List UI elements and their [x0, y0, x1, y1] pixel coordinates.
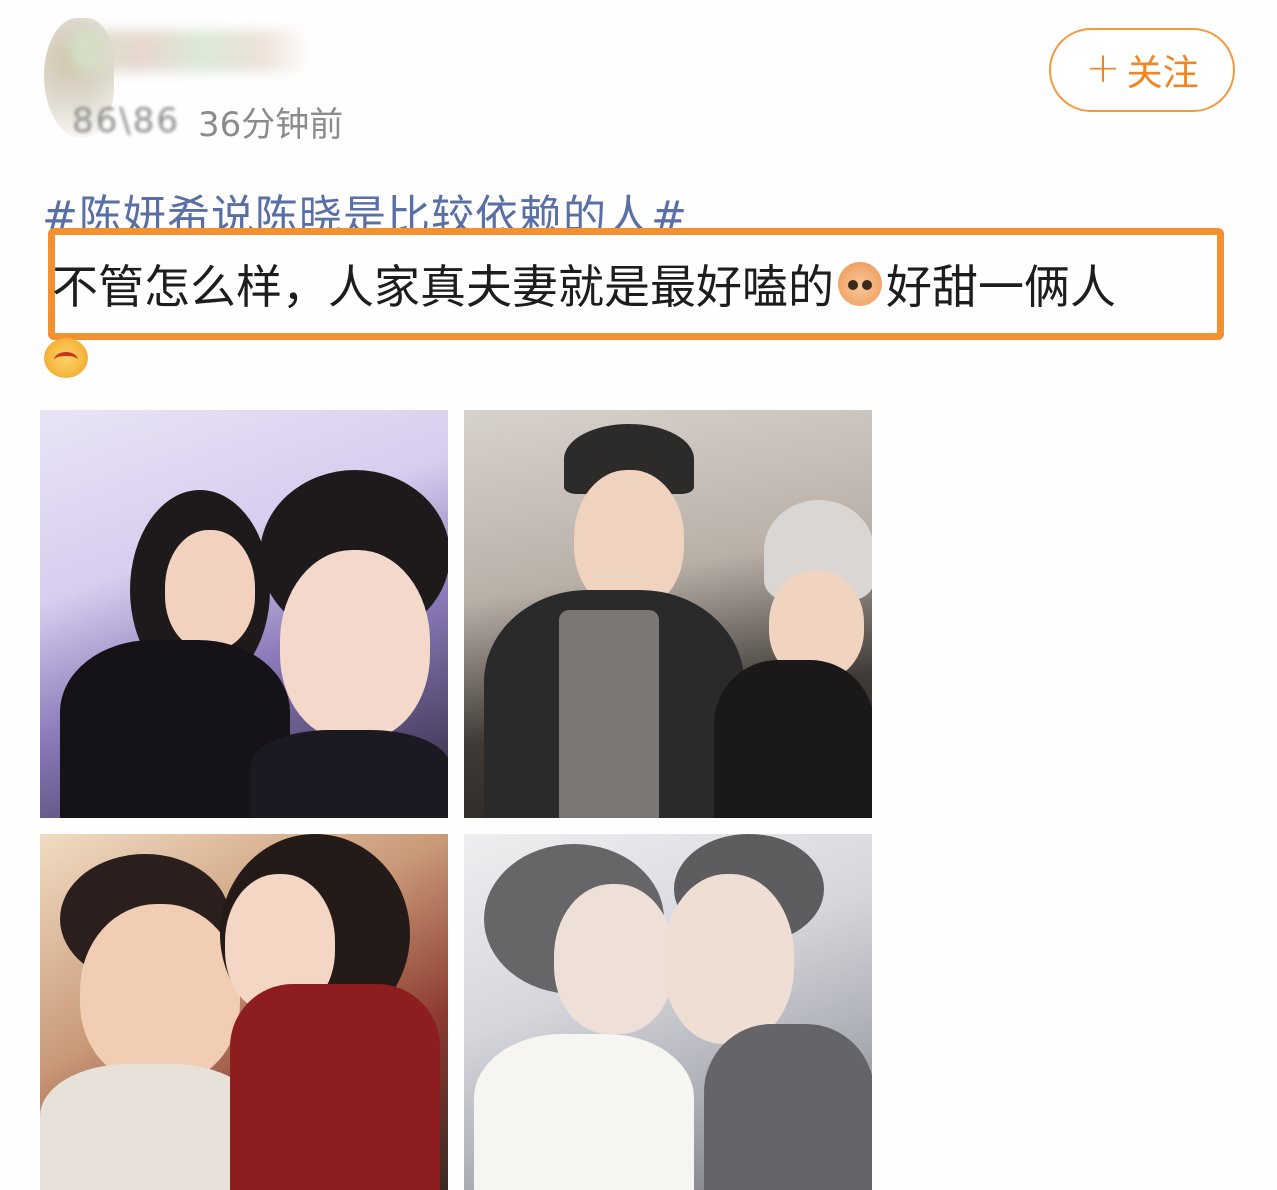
post-text-part2: 好甜一俩人: [886, 260, 1116, 314]
photo-figure: [165, 530, 255, 650]
photo-figure: [40, 1064, 260, 1190]
smile-emoji-icon: [44, 338, 88, 378]
post-meta: 86\86 36分钟前: [72, 96, 343, 146]
photo-figure: [230, 984, 440, 1190]
follow-button[interactable]: + 关注: [1049, 28, 1235, 112]
post-text-part1: 不管怎么样，人家真夫妻就是最好嗑的: [52, 260, 834, 314]
photo-veil-overlay: [464, 834, 872, 1190]
post-meta-handle: 86\86: [72, 101, 180, 141]
photo-grid: [40, 410, 872, 1190]
photo-figure: [574, 470, 684, 610]
plus-icon: +: [1085, 43, 1121, 92]
username-blurred[interactable]: [70, 30, 310, 72]
shy-face-emoji-icon: [838, 262, 882, 306]
photo-couple-kiss-red-dress[interactable]: [40, 834, 448, 1190]
photo-figure: [280, 550, 430, 740]
follow-button-label: 关注: [1126, 53, 1199, 94]
photo-figure: [80, 904, 240, 1084]
photo-figure: [559, 610, 659, 818]
photo-couple-selfie[interactable]: [40, 410, 448, 818]
post-body-text: 不管怎么样，人家真夫妻就是最好嗑的 好甜一俩人: [52, 252, 1116, 316]
photo-figure: [250, 730, 448, 818]
weibo-post: 86\86 36分钟前 + 关注 #陈妍希说陈晓是比较依赖的人# 不管怎么样，人…: [0, 0, 1277, 1190]
photo-wedding-kiss-veil[interactable]: [464, 834, 872, 1190]
photo-figure: [714, 660, 872, 818]
photo-couple-casual[interactable]: [464, 410, 872, 818]
post-time: 36分钟前: [197, 104, 344, 145]
